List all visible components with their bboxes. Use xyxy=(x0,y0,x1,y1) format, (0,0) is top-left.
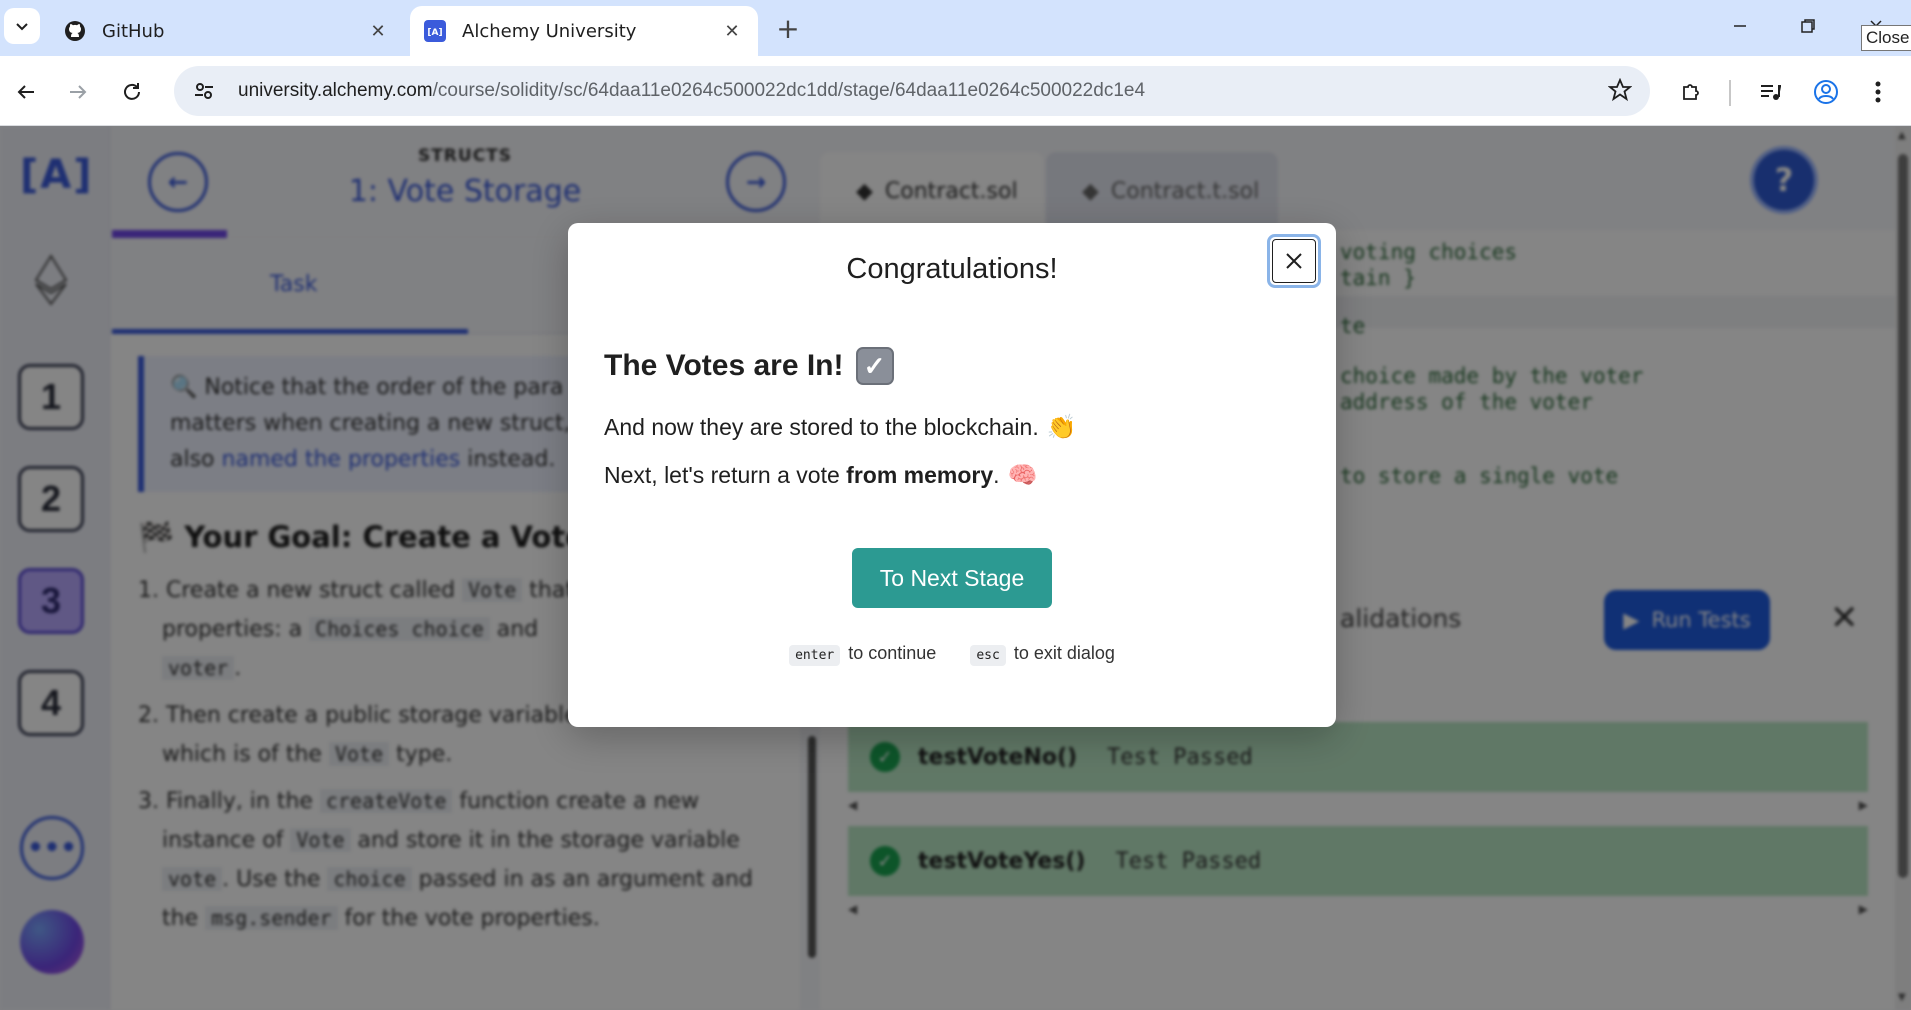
minimize-icon xyxy=(1734,25,1746,27)
esc-hint: esc to exit dialog xyxy=(970,643,1115,666)
congratulations-dialog: Congratulations! The Votes are In! ✓ And… xyxy=(568,223,1336,727)
minimize-button[interactable] xyxy=(1712,6,1768,46)
new-tab-button[interactable]: + xyxy=(770,10,806,46)
close-button-frame xyxy=(1272,239,1316,283)
restore-icon xyxy=(1801,19,1815,33)
reload-icon xyxy=(124,83,140,100)
arrow-left-icon xyxy=(17,85,34,99)
extensions-button[interactable] xyxy=(1672,72,1712,112)
url-text: university.alchemy.com/course/solidity/s… xyxy=(238,80,1145,102)
dialog-close-button[interactable] xyxy=(1267,234,1321,288)
esc-key: esc xyxy=(970,645,1006,666)
check-box-icon: ✓ xyxy=(855,347,894,385)
toolbar-divider xyxy=(1729,80,1731,106)
enter-hint: enter to continue xyxy=(789,643,937,666)
svg-text:[A]: [A] xyxy=(427,28,442,38)
line-text: And now they are stored to the blockchai… xyxy=(604,414,1039,440)
url-path: /course/solidity/sc/64daa11e0264c500022d… xyxy=(432,80,1146,101)
browser-toolbar: university.alchemy.com/course/solidity/s… xyxy=(0,56,1911,126)
close-icon xyxy=(1286,253,1302,269)
clapping-hands-icon: 👏 xyxy=(1046,414,1077,441)
line-text: . xyxy=(993,462,1000,488)
address-bar[interactable]: university.alchemy.com/course/solidity/s… xyxy=(174,66,1650,116)
next-stage-button[interactable]: To Next Stage xyxy=(852,548,1052,608)
tab-title: Alchemy University xyxy=(462,20,637,42)
tab-search-button[interactable] xyxy=(4,8,40,44)
brain-icon: 🧠 xyxy=(1007,462,1038,489)
hint-text: to exit dialog xyxy=(1013,643,1115,663)
back-button[interactable] xyxy=(6,72,46,112)
browser-menu-button[interactable] xyxy=(1858,72,1898,112)
heading-text: The Votes are In! xyxy=(604,349,844,382)
media-queue-icon xyxy=(1761,85,1781,100)
tab-github[interactable]: GitHub ✕ xyxy=(50,6,404,56)
close-icon[interactable]: ✕ xyxy=(720,19,744,43)
puzzle-icon xyxy=(1683,84,1699,100)
arrow-right-icon xyxy=(70,85,87,99)
dialog-line-2: Next, let's return a vote from memory. 🧠 xyxy=(604,461,1037,490)
enter-key: enter xyxy=(789,645,841,666)
restore-button[interactable] xyxy=(1780,6,1836,46)
media-control-button[interactable] xyxy=(1750,72,1790,112)
dialog-heading: The Votes are In! ✓ xyxy=(604,347,894,385)
dialog-title: Congratulations! xyxy=(846,253,1058,285)
close-icon[interactable]: ✕ xyxy=(366,19,390,43)
keyboard-hints: enter to continue esc to exit dialog xyxy=(568,643,1336,666)
line-text: Next, let's return a vote xyxy=(604,462,847,488)
close-tooltip: Close xyxy=(1861,25,1911,51)
line-bold-text: from memory xyxy=(846,462,994,488)
reload-button[interactable] xyxy=(112,72,152,112)
github-icon xyxy=(64,20,86,42)
more-vertical-icon xyxy=(1875,81,1881,103)
alchemy-favicon: [A] xyxy=(424,20,446,42)
profile-icon xyxy=(1814,80,1838,104)
profile-button[interactable] xyxy=(1806,72,1846,112)
site-info-icon[interactable] xyxy=(184,80,224,102)
browser-tab-strip: GitHub ✕ [A] Alchemy University ✕ + Clos… xyxy=(0,0,1911,56)
tab-alchemy-university[interactable]: [A] Alchemy University ✕ xyxy=(410,6,758,56)
chevron-down-icon xyxy=(16,23,28,31)
forward-button[interactable] xyxy=(58,72,98,112)
tab-title: GitHub xyxy=(102,20,165,42)
url-host: university.alchemy.com xyxy=(238,80,433,101)
hint-text: to continue xyxy=(848,643,937,663)
dialog-line-1: And now they are stored to the blockchai… xyxy=(604,413,1077,442)
bookmark-star-icon[interactable] xyxy=(1607,77,1633,106)
